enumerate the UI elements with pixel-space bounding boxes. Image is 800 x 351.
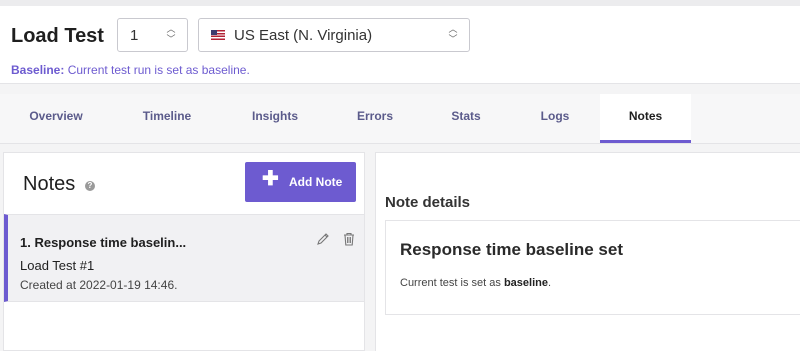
notes-title: Notes bbox=[23, 173, 76, 195]
note-body-bold: baseline bbox=[503, 277, 548, 289]
tab-errors[interactable]: Errors bbox=[330, 94, 420, 143]
us-flag-icon bbox=[211, 30, 225, 40]
list-item[interactable]: 1. Response time baselin... Load Test #1… bbox=[4, 214, 364, 302]
note-details-body: Current test is set as baseline. bbox=[400, 277, 551, 289]
note-details-panel: Note details Response time baseline set … bbox=[375, 152, 800, 351]
pencil-icon[interactable] bbox=[316, 232, 330, 246]
tab-logs[interactable]: Logs bbox=[510, 94, 600, 143]
note-test-name: Load Test #1 bbox=[20, 258, 95, 273]
add-note-label: Add Note bbox=[289, 175, 343, 189]
region-select[interactable]: US East (N. Virginia) ︿ ﹀ bbox=[198, 18, 470, 52]
test-run-select[interactable]: 1 ︿ ﹀ bbox=[117, 18, 188, 52]
tab-insights[interactable]: Insights bbox=[230, 94, 320, 143]
tab-overview[interactable]: Overview bbox=[11, 94, 101, 143]
trash-icon[interactable] bbox=[342, 232, 356, 246]
note-details-title: Response time baseline set bbox=[400, 240, 623, 259]
plus-icon: ✚ bbox=[262, 168, 279, 190]
page-title: Load Test bbox=[11, 25, 104, 47]
chevron-updown-icon: ︿ ﹀ bbox=[448, 24, 458, 44]
baseline-note: Baseline: Current test run is set as bas… bbox=[11, 63, 250, 77]
note-body-prefix: Current test is set as bbox=[400, 277, 504, 289]
note-details-card: Response time baseline set Current test … bbox=[385, 220, 800, 315]
note-body-suffix: . bbox=[547, 277, 552, 289]
tab-bar: Overview Timeline Insights Errors Stats … bbox=[0, 94, 800, 144]
note-created-date: Created at 2022-01-19 14:46. bbox=[20, 278, 178, 292]
tab-timeline[interactable]: Timeline bbox=[122, 94, 212, 143]
tab-stats[interactable]: Stats bbox=[421, 94, 511, 143]
chevron-updown-icon: ︿ ﹀ bbox=[166, 24, 176, 44]
tab-notes[interactable]: Notes bbox=[600, 94, 691, 143]
help-icon[interactable]: ? bbox=[85, 181, 95, 191]
notes-list-panel: Notes ? ✚ Add Note 1. Response time base… bbox=[3, 152, 365, 351]
note-details-heading: Note details bbox=[385, 194, 471, 211]
region-value: US East (N. Virginia) bbox=[234, 27, 373, 44]
baseline-label: Baseline: bbox=[11, 63, 65, 77]
header: Load Test 1 ︿ ﹀ US East (N. Virginia) ︿ ﹀ … bbox=[0, 6, 800, 84]
baseline-text: Current test run is set as baseline. bbox=[67, 63, 250, 77]
note-title: 1. Response time baselin... bbox=[20, 235, 187, 250]
add-note-button[interactable]: ✚ Add Note bbox=[245, 162, 356, 202]
test-run-value: 1 bbox=[130, 27, 139, 44]
